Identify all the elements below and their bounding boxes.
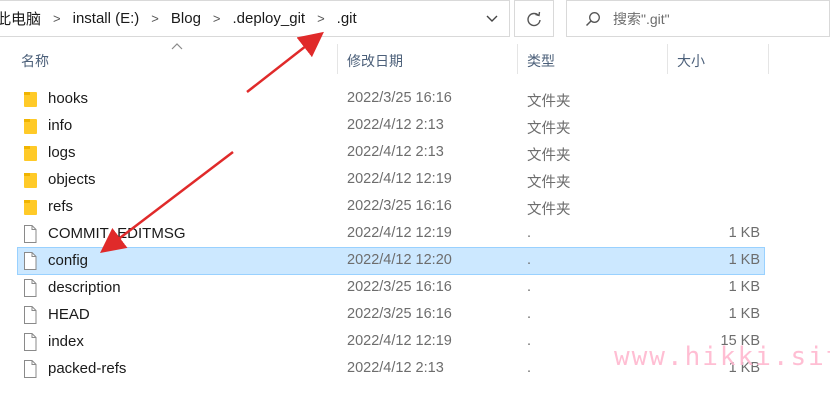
file-type: . <box>527 333 532 349</box>
address-bar[interactable]: 此电脑 > install (E:) > Blog > .deploy_git … <box>0 0 510 37</box>
file-name: hooks <box>48 90 89 107</box>
file-date-modified: 2022/3/25 16:16 <box>347 198 452 214</box>
file-name: index <box>48 333 84 350</box>
file-icon <box>23 360 37 378</box>
column-divider[interactable] <box>517 44 518 74</box>
column-date-modified[interactable]: 修改日期 <box>347 44 403 78</box>
breadcrumb-drive[interactable]: install (E:) <box>69 10 144 27</box>
file-name: objects <box>48 171 96 188</box>
file-date-modified: 2022/3/25 16:16 <box>347 279 452 295</box>
search-box[interactable]: 搜索".git" <box>566 0 830 37</box>
file-type: 文件夹 <box>527 94 571 110</box>
file-date-modified: 2022/3/25 16:16 <box>347 90 452 106</box>
file-row[interactable]: config 2022/4/12 12:20. 1 KB <box>17 247 765 275</box>
file-name: config <box>48 252 89 269</box>
file-name: description <box>48 279 121 296</box>
file-date-modified: 2022/3/25 16:16 <box>347 306 452 322</box>
breadcrumb-separator[interactable]: > <box>309 11 333 26</box>
file-name: packed-refs <box>48 360 127 377</box>
file-icon <box>23 225 37 243</box>
file-icon <box>23 306 37 324</box>
file-size: 1 KB <box>728 225 760 241</box>
watermark: www.hikki.site <box>614 342 830 372</box>
file-name: HEAD <box>48 306 90 323</box>
column-name[interactable]: 名称 <box>21 44 49 78</box>
chevron-down-icon[interactable] <box>483 9 501 27</box>
file-type: . <box>527 279 532 295</box>
folder-icon <box>23 144 37 162</box>
column-header: 名称 修改日期 类型 大小 <box>0 44 830 78</box>
breadcrumb-git[interactable]: .git <box>333 10 361 27</box>
toolbar: 此电脑 > install (E:) > Blog > .deploy_git … <box>0 0 830 38</box>
column-divider[interactable] <box>768 44 769 74</box>
file-date-modified: 2022/4/12 2:13 <box>347 117 444 133</box>
column-divider[interactable] <box>667 44 668 74</box>
file-name: COMMIT_EDITMSG <box>48 225 186 242</box>
folder-icon <box>23 117 37 135</box>
file-size: 1 KB <box>728 306 760 322</box>
file-row[interactable]: description 2022/3/25 16:16. 1 KB <box>18 275 764 301</box>
search-icon <box>585 11 600 26</box>
file-row[interactable]: HEAD 2022/3/25 16:16. 1 KB <box>18 302 764 328</box>
file-type: . <box>527 252 532 268</box>
file-size: 1 KB <box>728 252 760 268</box>
file-row[interactable]: logs 2022/4/12 2:13 文件夹 <box>18 140 764 166</box>
file-row[interactable]: refs 2022/3/25 16:16 文件夹 <box>18 194 764 220</box>
breadcrumb-this-pc[interactable]: 此电脑 <box>0 8 45 29</box>
file-date-modified: 2022/4/12 12:19 <box>347 225 452 241</box>
file-icon <box>23 252 37 270</box>
folder-icon <box>23 198 37 216</box>
file-row[interactable]: info 2022/4/12 2:13 文件夹 <box>18 113 764 139</box>
file-name: logs <box>48 144 76 161</box>
file-type: 文件夹 <box>527 202 571 218</box>
refresh-button[interactable] <box>514 0 554 37</box>
file-date-modified: 2022/4/12 2:13 <box>347 144 444 160</box>
folder-icon <box>23 90 37 108</box>
file-icon <box>23 279 37 297</box>
file-type: 文件夹 <box>527 175 571 191</box>
column-type[interactable]: 类型 <box>527 44 555 78</box>
breadcrumb-blog[interactable]: Blog <box>167 10 205 27</box>
breadcrumb-separator[interactable]: > <box>45 11 69 26</box>
file-row[interactable]: objects 2022/4/12 12:19 文件夹 <box>18 167 764 193</box>
file-name: info <box>48 117 73 134</box>
breadcrumb-deploy-git[interactable]: .deploy_git <box>229 10 310 27</box>
file-date-modified: 2022/4/12 2:13 <box>347 360 444 376</box>
file-date-modified: 2022/4/12 12:19 <box>347 171 452 187</box>
breadcrumb-separator[interactable]: > <box>205 11 229 26</box>
file-row[interactable]: COMMIT_EDITMSG 2022/4/12 12:19. 1 KB <box>18 221 764 247</box>
file-type: . <box>527 225 532 241</box>
file-icon <box>23 333 37 351</box>
file-type: 文件夹 <box>527 148 571 164</box>
column-divider[interactable] <box>337 44 338 74</box>
search-placeholder: 搜索".git" <box>613 10 670 27</box>
file-date-modified: 2022/4/12 12:19 <box>347 333 452 349</box>
column-size[interactable]: 大小 <box>677 44 705 78</box>
refresh-icon <box>527 11 541 26</box>
file-size: 1 KB <box>728 279 760 295</box>
file-type: 文件夹 <box>527 121 571 137</box>
breadcrumb-separator[interactable]: > <box>143 11 167 26</box>
file-name: refs <box>48 198 74 215</box>
file-type: . <box>527 360 532 376</box>
file-row[interactable]: hooks 2022/3/25 16:16 文件夹 <box>18 86 764 112</box>
file-date-modified: 2022/4/12 12:20 <box>347 252 452 268</box>
file-type: . <box>527 306 532 322</box>
folder-icon <box>23 171 37 189</box>
